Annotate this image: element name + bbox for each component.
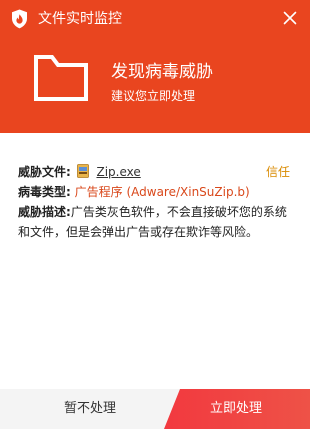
close-icon[interactable] — [278, 6, 302, 30]
exe-file-icon — [76, 164, 89, 178]
virus-type-label: 病毒类型: — [18, 185, 71, 199]
alert-subline: 建议您立即处理 — [111, 89, 196, 103]
window-title: 文件实时监控 — [38, 11, 122, 27]
alert-header: 文件实时监控 发现病毒威胁 建议您立即处理 — [0, 0, 310, 133]
threat-description: 威胁描述:广告类灰色软件，不会直接破坏您的系统和文件，但是会弹出广告或存在欺诈等… — [18, 202, 294, 242]
threat-description-label: 威胁描述: — [18, 205, 71, 219]
threat-file-row: 威胁文件: Zip.exe 信任 — [18, 162, 294, 182]
alert-headline: 发现病毒威胁 — [111, 62, 213, 82]
folder-icon — [34, 55, 88, 101]
threat-file-link[interactable]: Zip.exe — [96, 165, 140, 179]
virus-type-row: 病毒类型: 广告程序 (Adware/XinSuZip.b) — [18, 182, 294, 202]
handle-now-button[interactable]: 立即处理 — [180, 389, 292, 429]
shield-flame-icon — [12, 9, 27, 29]
action-footer: 暂不处理 立即处理 — [0, 389, 310, 429]
trust-link[interactable]: 信任 — [266, 162, 290, 182]
ignore-button[interactable]: 暂不处理 — [0, 389, 180, 429]
threat-file-label: 威胁文件: — [18, 165, 71, 179]
title-bar[interactable]: 文件实时监控 — [0, 0, 310, 38]
threat-details: 威胁文件: Zip.exe 信任 病毒类型: 广告程序 (Adware/XinS… — [18, 162, 294, 242]
virus-type-value: 广告程序 (Adware/XinSuZip.b) — [74, 185, 250, 199]
